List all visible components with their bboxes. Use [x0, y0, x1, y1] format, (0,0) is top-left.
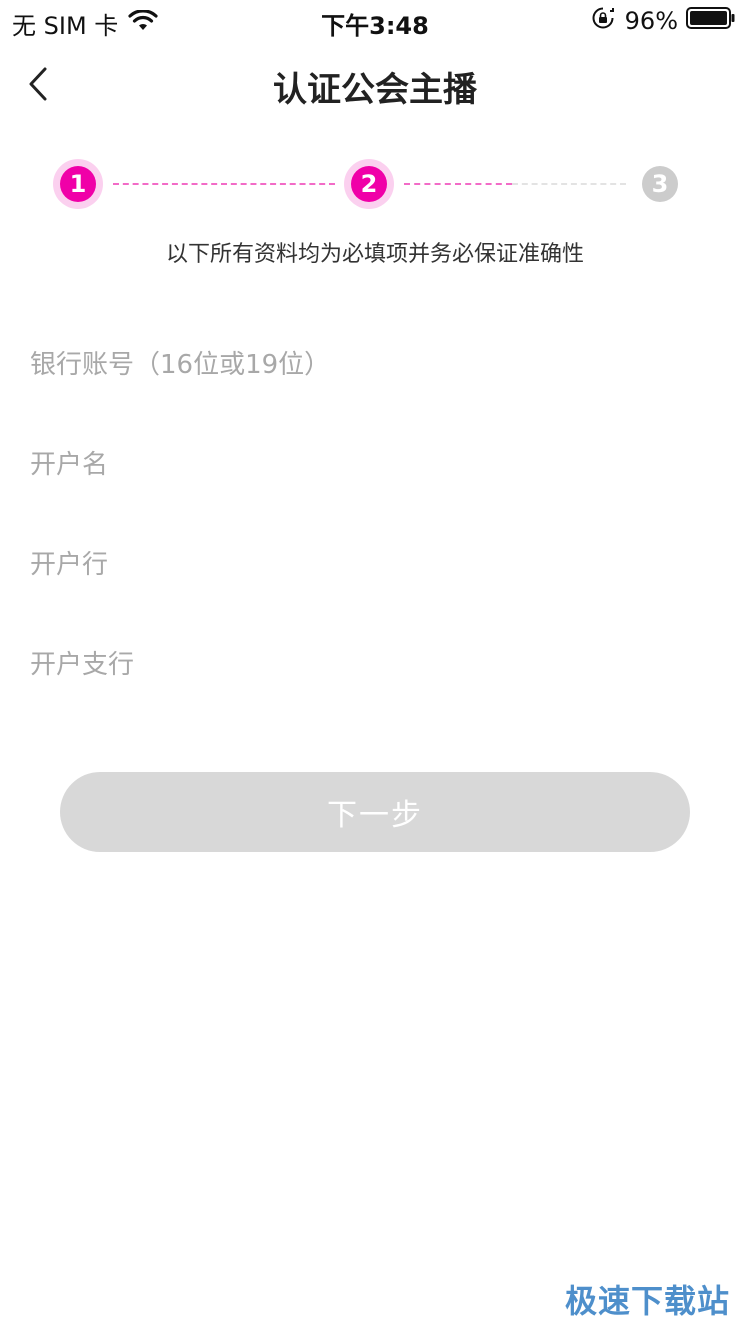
bank-name-input[interactable]: [30, 550, 720, 580]
bank-info-form: [30, 315, 720, 715]
battery-percent: 96%: [624, 7, 678, 35]
step-1: 1: [60, 166, 96, 202]
bank-name-field: [30, 515, 720, 615]
account-name-input[interactable]: [30, 450, 720, 480]
page-title: 认证公会主播: [273, 70, 477, 110]
bank-branch-field: [30, 615, 720, 715]
progress-stepper: 1 2 3: [0, 150, 750, 220]
watermark-logo: 极速下载站: [564, 1282, 730, 1320]
bank-branch-input[interactable]: [30, 650, 720, 680]
battery-icon: [686, 6, 736, 36]
step-2: 2: [351, 166, 387, 202]
rotation-lock-icon: [591, 6, 615, 36]
nav-bar: 认证公会主播: [0, 44, 750, 124]
bank-account-input[interactable]: [30, 350, 720, 380]
step-3: 3: [642, 166, 678, 202]
status-right: 96%: [591, 6, 736, 36]
step-connector-1: [113, 183, 335, 185]
step-connector-2-done: [404, 183, 512, 185]
bank-account-field: [30, 315, 720, 415]
next-step-button[interactable]: 下一步: [60, 772, 690, 852]
status-bar: 无 SIM 卡 下午3:48 96%: [0, 0, 750, 40]
required-notice: 以下所有资料均为必填项并务必保证准确性: [165, 242, 584, 267]
step-connector-2-pending: [512, 183, 626, 185]
account-name-field: [30, 415, 720, 515]
